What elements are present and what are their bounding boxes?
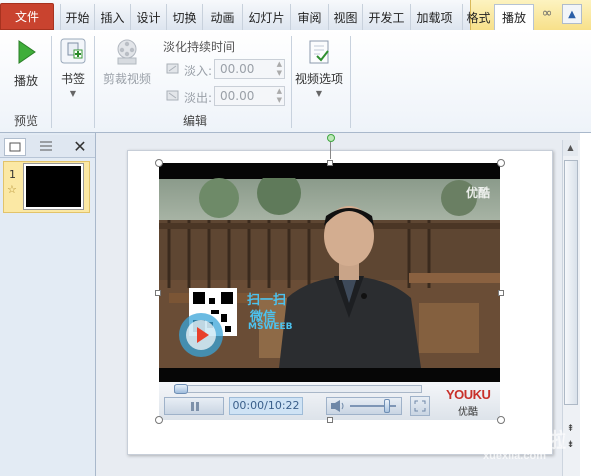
fade-duration-title: 淡化持续时间 (163, 40, 236, 54)
progress-thumb[interactable] (174, 384, 188, 394)
fade-in-spinner[interactable]: 00.00 ▲ ▼ (214, 59, 285, 79)
slides-tab[interactable] (4, 138, 26, 156)
youku-logo: YOUKU (446, 387, 491, 402)
play-button[interactable]: 播放 (6, 38, 46, 89)
tab-view[interactable]: 视图 (328, 4, 362, 30)
close-pane-icon[interactable]: ✕ (72, 137, 88, 156)
youku-sub-text: 优酷 (458, 407, 478, 418)
fade-in-value: 00.00 (220, 62, 255, 76)
dropdown-arrow-icon: ▼ (69, 89, 77, 98)
slide-number: 1 (9, 168, 16, 181)
trim-video-label: 剪裁视频 (102, 72, 151, 86)
fade-in-label: 淡入: (184, 64, 213, 78)
play-icon (18, 40, 36, 64)
tab-insert[interactable]: 插入 (94, 4, 130, 30)
resize-handle-left[interactable] (155, 290, 161, 296)
video-corner-logo: 优酷 (466, 186, 491, 200)
bookmark-button[interactable]: 书签 ▼ (56, 36, 90, 98)
group-label-preview: 预览 (13, 114, 38, 128)
tab-review[interactable]: 审阅 (290, 4, 328, 30)
resize-handle-bottom-right[interactable] (497, 416, 505, 424)
fullscreen-icon (414, 400, 426, 412)
resize-handle-bottom[interactable] (327, 417, 333, 423)
tab-animations[interactable]: 动画 (202, 4, 242, 30)
trim-video-button[interactable]: 剪裁视频 (100, 38, 154, 87)
youku-brand-text: YOUKU (446, 387, 491, 402)
resize-handle-top-right[interactable] (497, 159, 505, 167)
play-label: 播放 (13, 74, 38, 88)
fullscreen-button[interactable] (410, 396, 430, 416)
fade-out-icon (166, 88, 180, 102)
spin-arrows-icon[interactable]: ▲ ▼ (277, 60, 282, 78)
video-time-display: 00:00/10:22 (229, 397, 303, 415)
chevron-up-icon: ▲ (568, 8, 576, 20)
spin-arrows-icon[interactable]: ▲ ▼ (277, 87, 282, 105)
watermark-glyphs: 学习啦 (506, 428, 566, 452)
file-tab[interactable]: 文件 (0, 3, 54, 30)
group-separator (291, 36, 292, 128)
transition-star-icon: ☆ (7, 183, 17, 196)
video-options-button[interactable]: 视频选项 ▼ (294, 38, 344, 98)
tab-playback[interactable]: 播放 (494, 4, 534, 30)
group-separator (350, 36, 351, 128)
video-letterbox-bottom (159, 368, 500, 382)
rotation-handle-stem (330, 142, 331, 159)
fade-out-label: 淡出: (184, 91, 213, 105)
tab-design[interactable]: 设计 (130, 4, 166, 30)
add-bookmark-icon (60, 38, 86, 64)
resize-handle-right[interactable] (498, 290, 504, 296)
help-button[interactable]: ▲ (562, 4, 582, 24)
qr-caption-id: MSWEEB (248, 322, 293, 332)
fade-out-spinner[interactable]: 00.00 ▲ ▼ (214, 86, 285, 106)
tab-addins[interactable]: 加载项 (410, 4, 458, 30)
group-label-edit: 编辑 (182, 114, 207, 128)
outline-tab[interactable] (32, 138, 60, 156)
minimize-ribbon-icon[interactable]: ∞ (538, 6, 556, 24)
dropdown-arrow-icon: ▼ (315, 89, 323, 98)
slide-thumbnail[interactable] (23, 163, 84, 210)
rotation-handle[interactable] (327, 134, 335, 142)
resize-handle-top-left[interactable] (155, 159, 163, 167)
speaker-icon[interactable] (330, 400, 346, 412)
scroll-thumb[interactable] (564, 160, 578, 405)
film-reel-icon (117, 39, 137, 65)
tab-slideshow[interactable]: 幻灯片 (242, 4, 290, 30)
resize-handle-top[interactable] (327, 160, 333, 166)
resize-handle-bottom-left[interactable] (155, 416, 163, 424)
play-pause-button[interactable] (164, 397, 224, 415)
group-separator (51, 36, 52, 128)
tab-transitions[interactable]: 切换 (166, 4, 202, 30)
video-scene-art (159, 178, 500, 368)
video-progress-track[interactable] (174, 385, 422, 393)
volume-thumb[interactable] (383, 399, 390, 413)
tab-format[interactable]: 格式 (462, 4, 494, 30)
group-separator (94, 36, 95, 128)
outline-icon (40, 141, 52, 151)
pause-icon (191, 402, 199, 411)
video-options-icon (309, 40, 329, 64)
watermark-text: xuexila.com (483, 450, 546, 462)
tab-developer[interactable]: 开发工 (362, 4, 410, 30)
scroll-up-arrow-icon[interactable]: ▲ (563, 140, 578, 156)
fade-in-icon (166, 61, 180, 75)
tab-home[interactable]: 开始 (60, 4, 94, 30)
bookmark-label: 书签 (60, 72, 85, 86)
fade-out-value: 00.00 (220, 89, 255, 103)
video-options-label: 视频选项 (294, 72, 343, 86)
